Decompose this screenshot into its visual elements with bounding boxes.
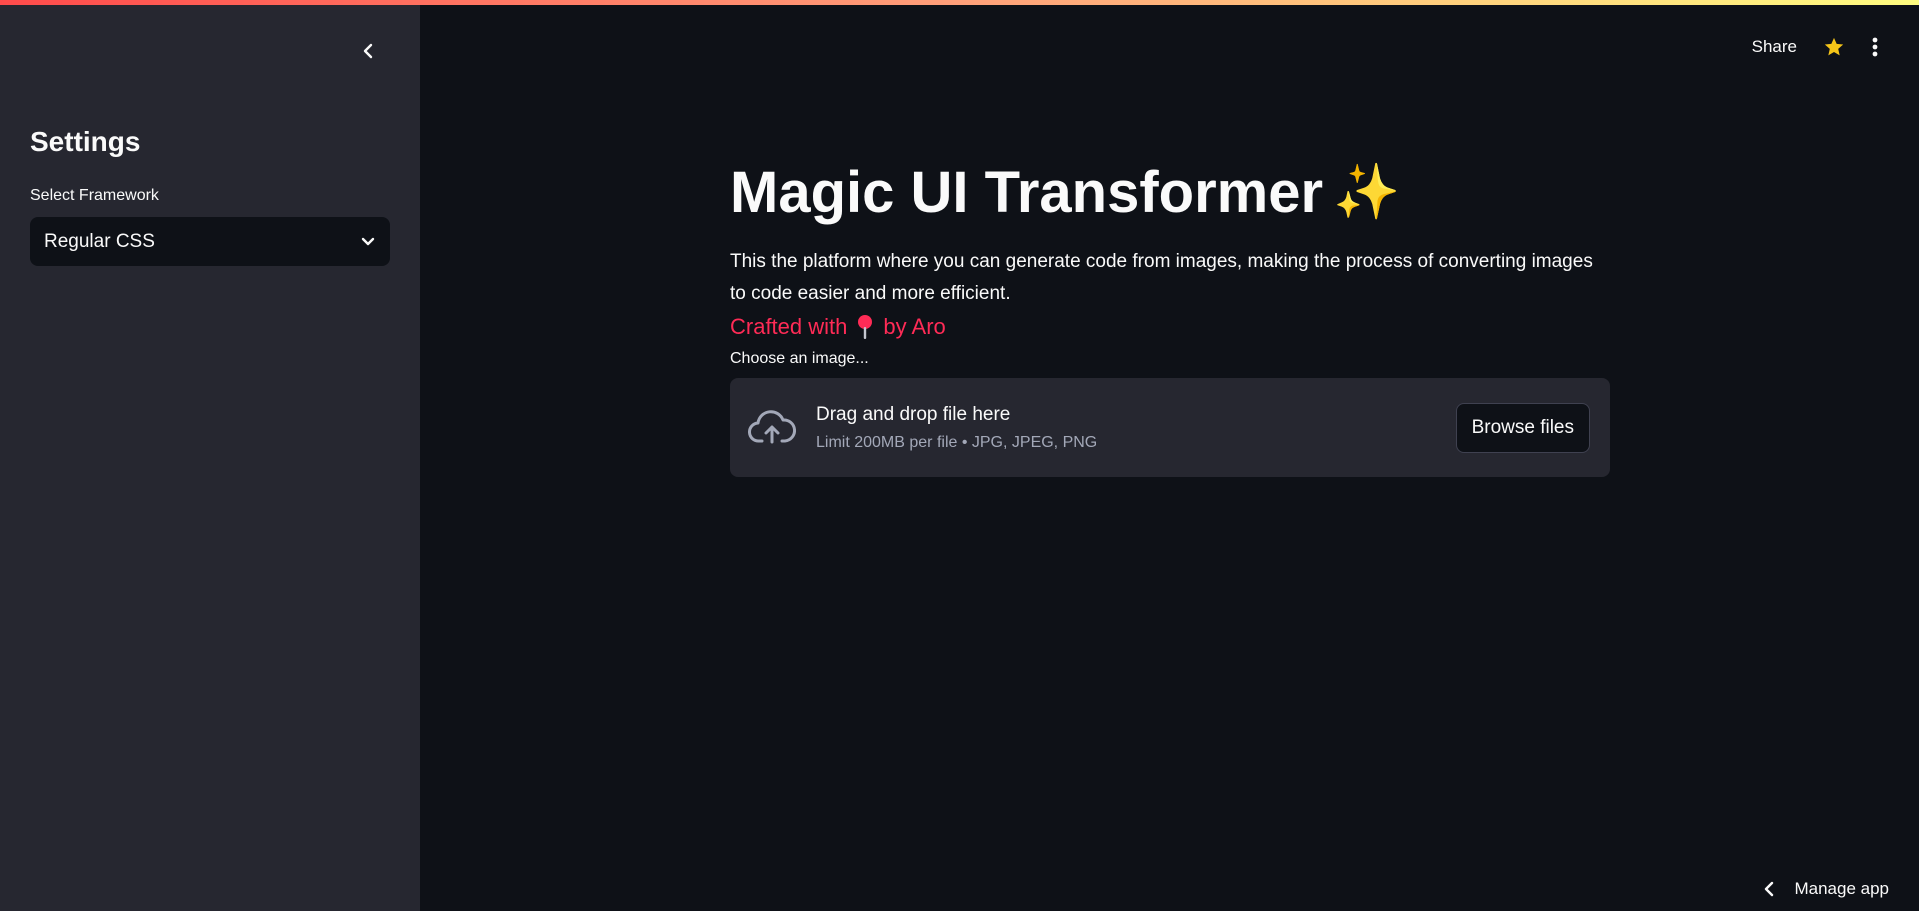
- drag-drop-text: Drag and drop file here: [816, 403, 1011, 425]
- framework-select[interactable]: Regular CSS: [30, 217, 390, 266]
- framework-select-value: Regular CSS: [44, 230, 155, 252]
- chevron-left-icon: [363, 43, 373, 59]
- main-content: Magic UI Transformer ✨ This the platform…: [730, 150, 1610, 477]
- crafted-prefix: Crafted with: [730, 314, 848, 339]
- dropzone-instructions: Drag and drop file here Limit 200MB per …: [816, 404, 1456, 452]
- sidebar-title: Settings: [30, 126, 141, 157]
- manage-app-button[interactable]: Manage app: [1764, 879, 1889, 899]
- chevron-left-icon: [1765, 881, 1774, 897]
- share-button[interactable]: Share: [1752, 37, 1797, 57]
- browse-files-button[interactable]: Browse files: [1455, 402, 1590, 453]
- chevron-down-icon: [361, 237, 375, 245]
- sidebar: Settings Select Framework Regular CSS: [0, 0, 420, 911]
- crafted-by-line: Crafted with by Aro: [730, 314, 1610, 340]
- page-title: Magic UI Transformer ✨: [730, 150, 1610, 234]
- top-decoration-bar: [0, 0, 1919, 5]
- framework-select-label: Select Framework: [30, 187, 159, 204]
- star-button[interactable]: [1823, 36, 1845, 58]
- more-vertical-icon: [1872, 37, 1878, 57]
- page-description: This the platform where you can generate…: [730, 251, 1593, 304]
- collapse-sidebar-button[interactable]: [355, 38, 381, 64]
- crafted-suffix: by Aro: [883, 314, 946, 339]
- sparkles-icon: ✨: [1333, 161, 1401, 222]
- main-menu-button[interactable]: [1871, 36, 1879, 58]
- page-title-text: Magic UI Transformer: [730, 159, 1324, 225]
- header-actions: Share: [1752, 36, 1879, 58]
- file-dropzone[interactable]: Drag and drop file here Limit 200MB per …: [730, 378, 1610, 477]
- file-uploader-label: Choose an image...: [730, 350, 869, 367]
- cloud-upload-icon: [748, 409, 796, 443]
- file-limit-text: Limit 200MB per file • JPG, JPEG, PNG: [816, 433, 1098, 451]
- star-icon: [1824, 37, 1844, 56]
- manage-app-label: Manage app: [1794, 879, 1889, 898]
- pushpin-icon: [858, 315, 873, 339]
